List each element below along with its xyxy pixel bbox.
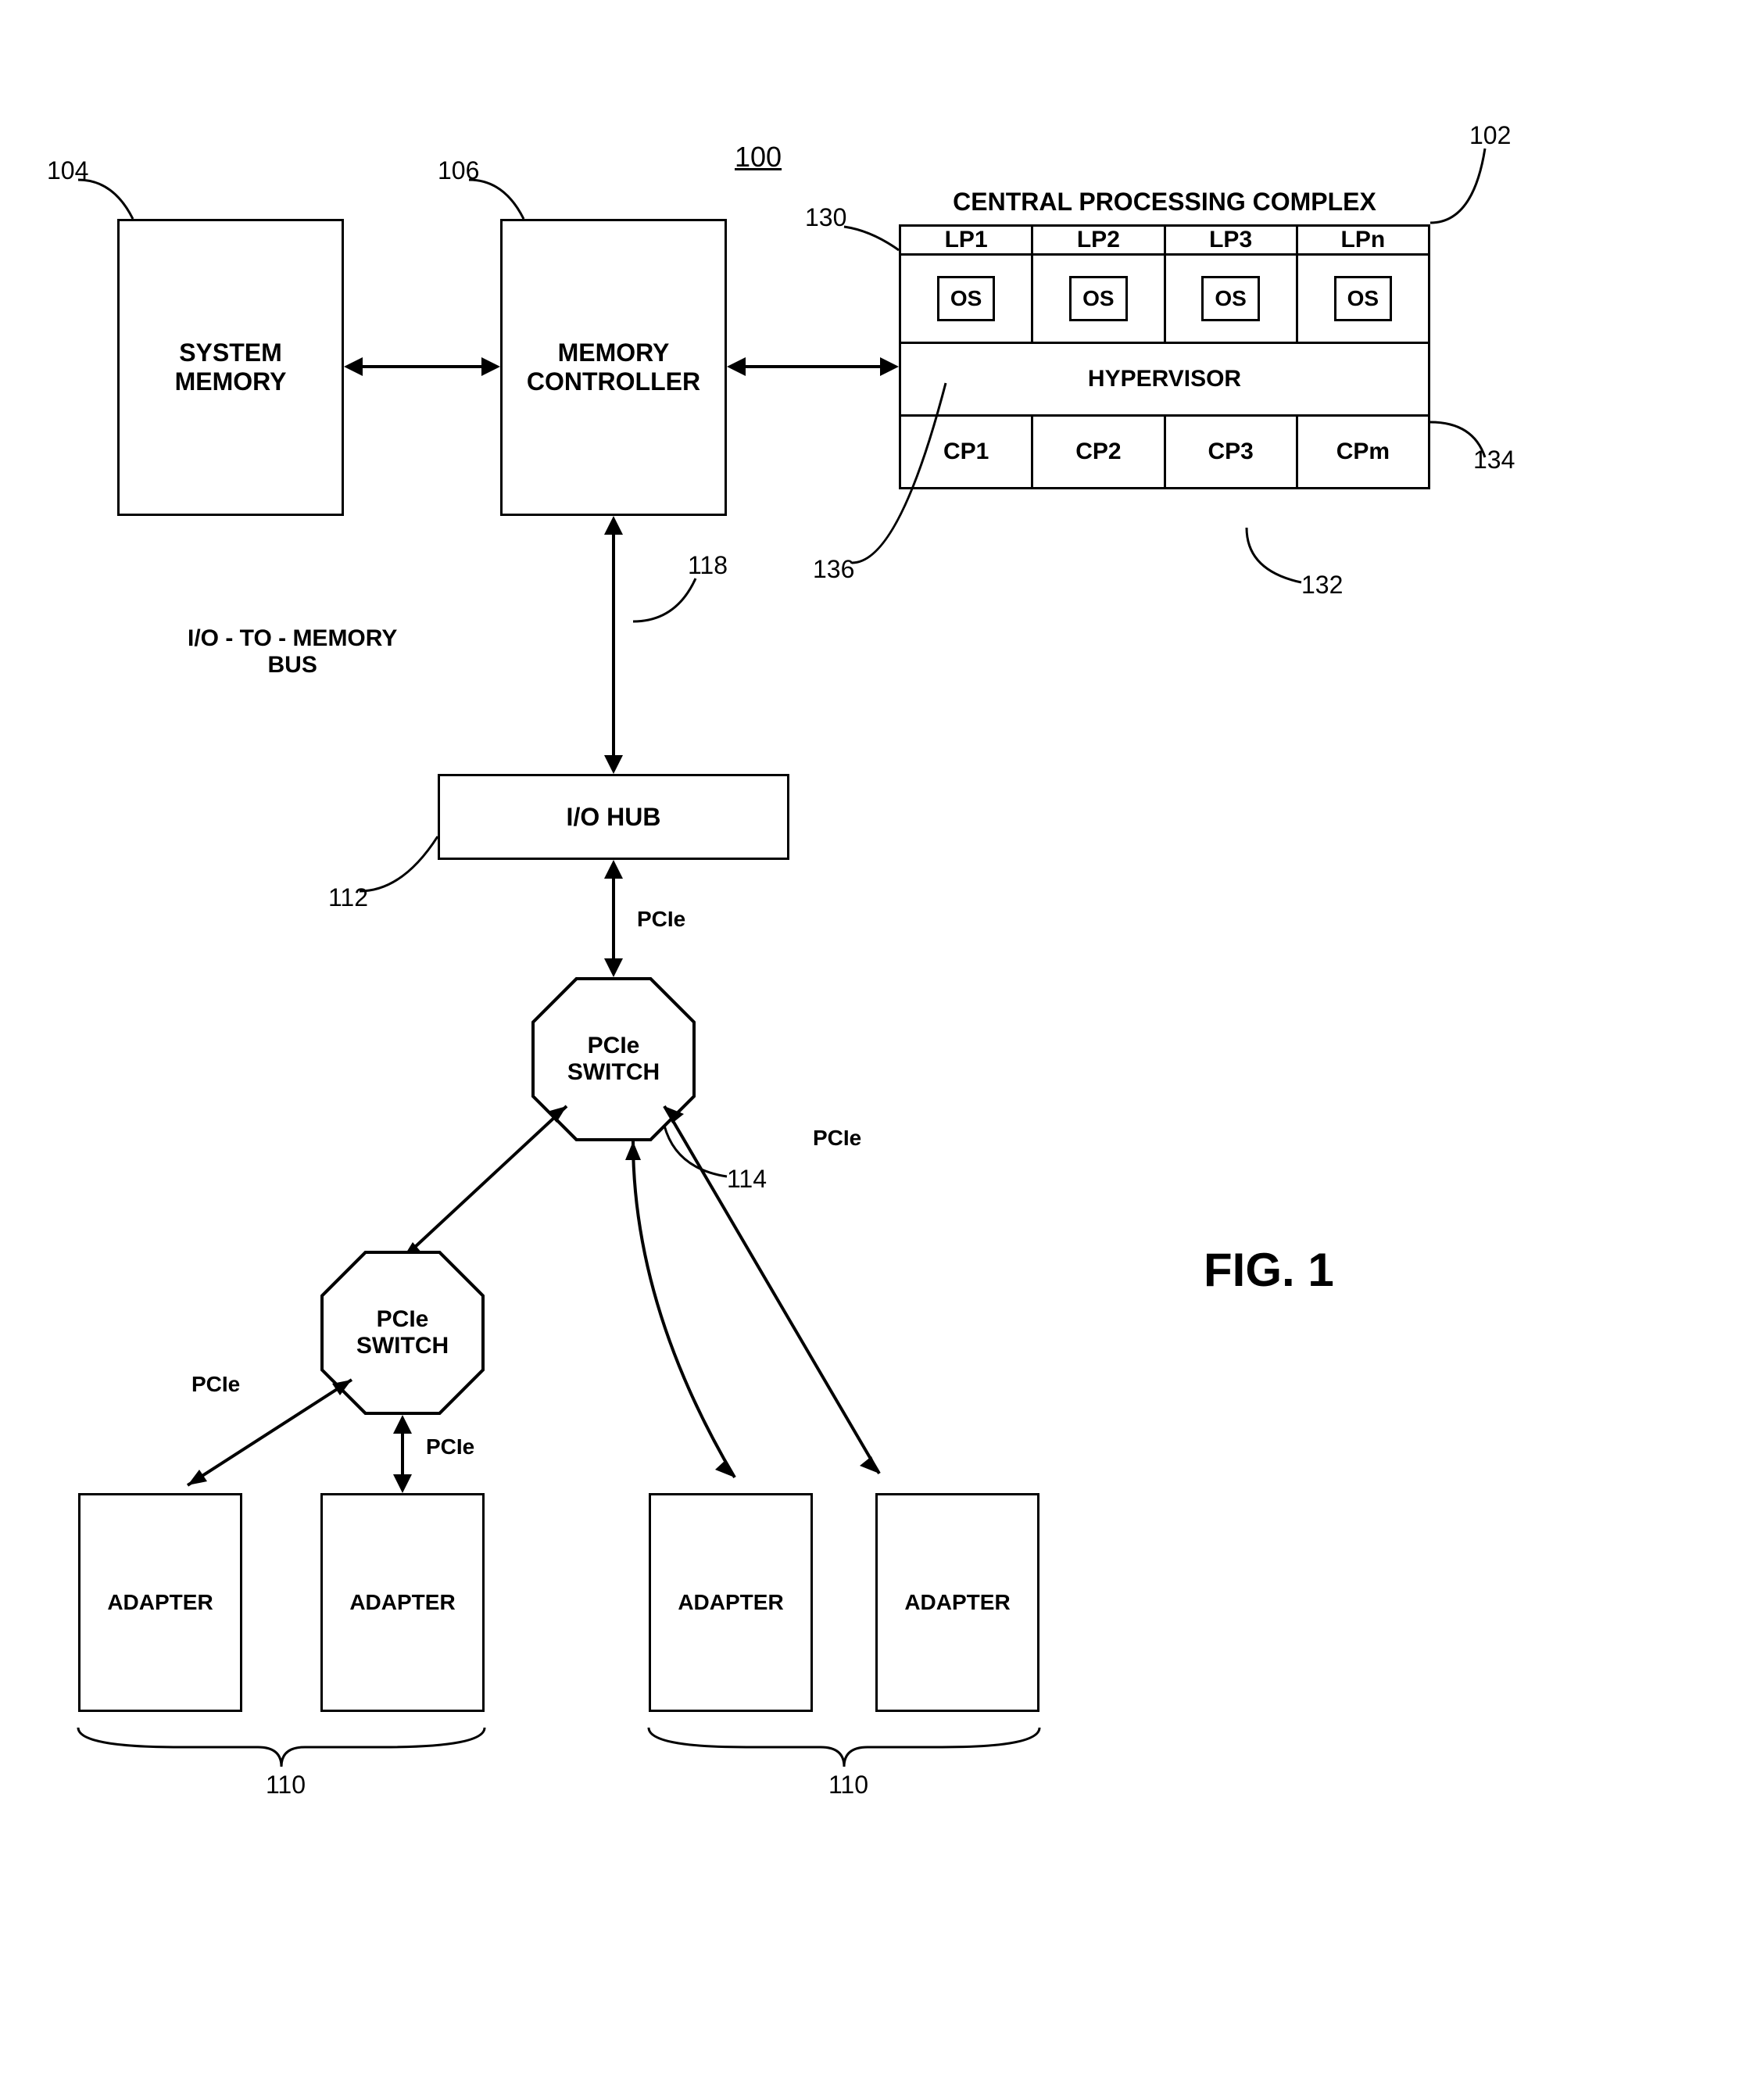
arrow-mc-cpc bbox=[746, 365, 880, 368]
memory-controller-block: MEMORY CONTROLLER bbox=[500, 219, 727, 516]
os-box-3: OS bbox=[1201, 276, 1259, 321]
os3-cell: OS bbox=[1165, 255, 1297, 343]
cpm-cell: CPm bbox=[1297, 416, 1429, 489]
arrowhead-mc-up bbox=[604, 516, 623, 535]
brace-left bbox=[78, 1720, 485, 1774]
pcie-label-right: PCIe bbox=[813, 1126, 861, 1151]
leader-102 bbox=[1430, 149, 1524, 227]
leader-130 bbox=[844, 227, 907, 258]
brace-right bbox=[649, 1720, 1039, 1774]
lp1-cell: LP1 bbox=[900, 226, 1032, 255]
pcie-label-mid: PCIe bbox=[426, 1434, 474, 1459]
arrow-sw1-ad-r1 bbox=[602, 1141, 758, 1493]
ref-102: 102 bbox=[1469, 121, 1511, 150]
os-row: OS OS OS OS bbox=[900, 255, 1429, 343]
adapter-1: ADAPTER bbox=[78, 1493, 242, 1712]
arrowhead-sw2-up bbox=[393, 1415, 412, 1434]
arrowhead-ad2-dn bbox=[393, 1474, 412, 1493]
hypervisor-cell: HYPERVISOR bbox=[900, 343, 1429, 416]
ref-100: 100 bbox=[735, 141, 782, 174]
ref-110-right: 110 bbox=[828, 1771, 868, 1800]
arrow-mc-iohub bbox=[612, 535, 615, 755]
os1-cell: OS bbox=[900, 255, 1032, 343]
cp2-cell: CP2 bbox=[1032, 416, 1165, 489]
ref-104: 104 bbox=[47, 156, 88, 185]
ref-110-left: 110 bbox=[266, 1771, 306, 1800]
arrowhead-iohub-dn bbox=[604, 755, 623, 774]
ref-134: 134 bbox=[1473, 446, 1515, 475]
os-box-2: OS bbox=[1069, 276, 1127, 321]
leader-106 bbox=[469, 180, 563, 227]
system-memory-block: SYSTEM MEMORY bbox=[117, 219, 344, 516]
adapter-2: ADAPTER bbox=[320, 1493, 485, 1712]
io-to-memory-bus-label: I/O - TO - MEMORY BUS bbox=[188, 625, 397, 679]
arrow-iohub-sw1 bbox=[612, 879, 615, 958]
ref-106: 106 bbox=[438, 156, 479, 185]
leader-104 bbox=[78, 180, 172, 227]
arrowhead-mc2 bbox=[727, 357, 746, 376]
leader-118 bbox=[633, 578, 727, 625]
pcie-label-left: PCIe bbox=[191, 1372, 240, 1397]
pcie-label-1: PCIe bbox=[637, 907, 685, 932]
os4-cell: OS bbox=[1297, 255, 1429, 343]
os2-cell: OS bbox=[1032, 255, 1165, 343]
figure-title: FIG. 1 bbox=[1204, 1243, 1334, 1297]
io-hub-block: I/O HUB bbox=[438, 774, 789, 860]
cpc-table: LP1 LP2 LP3 LPn OS OS OS OS HYPERVISOR C… bbox=[899, 224, 1430, 489]
cpc-title: CENTRAL PROCESSING COMPLEX bbox=[899, 188, 1430, 217]
arrowhead-sw1-dn bbox=[604, 958, 623, 977]
arrowhead-mc bbox=[481, 357, 500, 376]
arrow-sw2-ad2 bbox=[401, 1434, 404, 1474]
cp3-cell: CP3 bbox=[1165, 416, 1297, 489]
lp-row: LP1 LP2 LP3 LPn bbox=[900, 226, 1429, 255]
arrowhead-sm bbox=[344, 357, 363, 376]
ref-112: 112 bbox=[328, 883, 368, 912]
cpc-block: CENTRAL PROCESSING COMPLEX LP1 LP2 LP3 L… bbox=[899, 188, 1430, 489]
os-box-1: OS bbox=[937, 276, 995, 321]
adapter-4: ADAPTER bbox=[875, 1493, 1039, 1712]
arrow-sw1-sw2 bbox=[383, 1094, 586, 1274]
diagram-root: 100 SYSTEM MEMORY 104 MEMORY CONTROLLER … bbox=[31, 31, 1733, 2064]
ref-136: 136 bbox=[813, 555, 854, 584]
arrowhead-iohub-up bbox=[604, 860, 623, 879]
arrowhead-cpc bbox=[880, 357, 899, 376]
leader-112 bbox=[360, 836, 453, 899]
hypervisor-row: HYPERVISOR bbox=[900, 343, 1429, 416]
lpn-cell: LPn bbox=[1297, 226, 1429, 255]
ref-132: 132 bbox=[1301, 571, 1343, 600]
adapter-3: ADAPTER bbox=[649, 1493, 813, 1712]
lp3-cell: LP3 bbox=[1165, 226, 1297, 255]
cp-row: CP1 CP2 CP3 CPm bbox=[900, 416, 1429, 489]
arrow-sm-mc bbox=[363, 365, 481, 368]
ref-130: 130 bbox=[805, 203, 846, 232]
lp2-cell: LP2 bbox=[1032, 226, 1165, 255]
leader-136 bbox=[852, 375, 977, 571]
os-box-4: OS bbox=[1334, 276, 1392, 321]
ref-118: 118 bbox=[688, 551, 728, 580]
